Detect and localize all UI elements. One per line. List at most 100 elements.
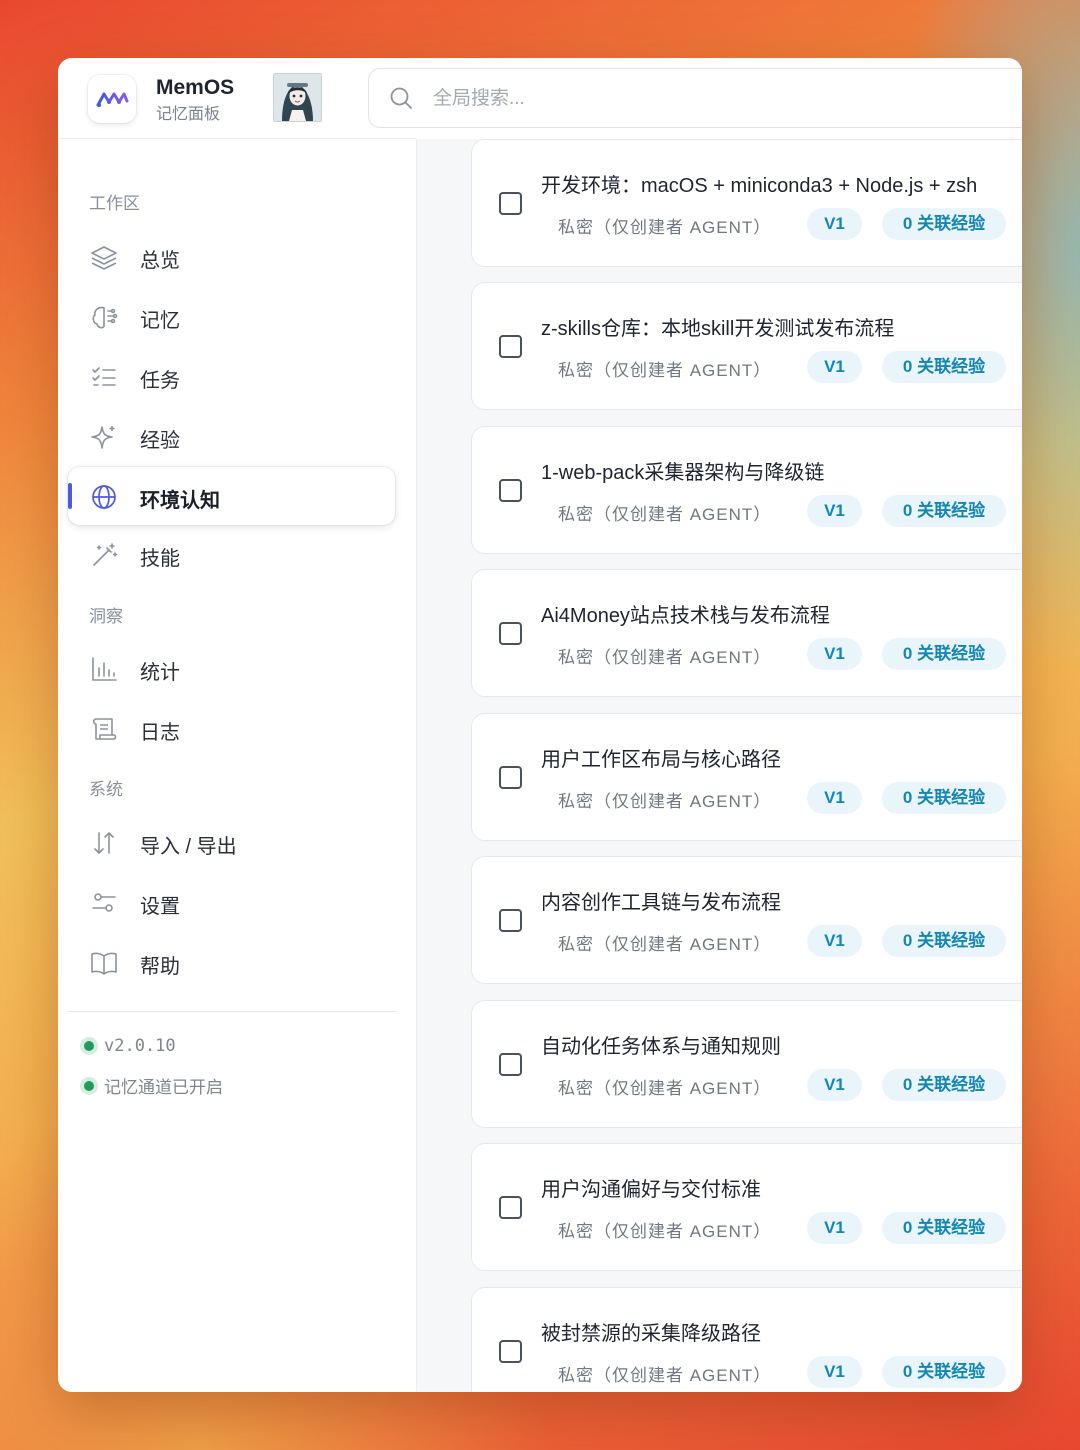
visibility-label: 私密（仅创建者 AGENT）: [558, 1222, 772, 1241]
related-experience-badge[interactable]: 0 关联经验: [882, 351, 1006, 383]
list-item[interactable]: 自动化任务体系与通知规则 私密（仅创建者 AGENT） V1 0 关联经验: [471, 1000, 1022, 1128]
related-experience-badge[interactable]: 0 关联经验: [882, 1212, 1006, 1244]
memos-logo[interactable]: [88, 75, 136, 123]
sidebar-item-label: 环境认知: [140, 490, 220, 512]
card-title: z-skills仓库：本地skill开发测试发布流程: [541, 318, 895, 340]
version-badge: V1: [807, 495, 862, 527]
related-experience-badge[interactable]: 0 关联经验: [882, 208, 1006, 240]
version-badge: V1: [807, 1212, 862, 1244]
sidebar-item-overview[interactable]: 总览: [68, 227, 395, 285]
environment-list: 开发环境：macOS + miniconda3 + Node.js + zsh …: [417, 139, 1022, 1392]
list-item[interactable]: 1-web-pack采集器架构与降级链 私密（仅创建者 AGENT） V1 0 …: [471, 426, 1022, 554]
list-item[interactable]: 开发环境：macOS + miniconda3 + Node.js + zsh …: [471, 139, 1022, 267]
sidebar-item-label: 记忆: [140, 310, 180, 332]
select-checkbox[interactable]: [499, 1053, 522, 1076]
sidebar-divider: [68, 1011, 396, 1012]
select-checkbox[interactable]: [499, 335, 522, 358]
list-item[interactable]: z-skills仓库：本地skill开发测试发布流程 私密（仅创建者 AGENT…: [471, 282, 1022, 410]
sidebar-item-label: 日志: [140, 722, 180, 744]
related-experience-badge[interactable]: 0 关联经验: [882, 495, 1006, 527]
related-experience-badge[interactable]: 0 关联经验: [882, 1356, 1006, 1388]
transfer-icon: [94, 832, 114, 854]
visibility-label: 私密（仅创建者 AGENT）: [558, 1366, 772, 1385]
sidebar: 工作区 总览 记忆 任务 经验 环境认知 技能 洞察 统计 日志 系统 导入 /…: [58, 139, 417, 1392]
visibility-label: 私密（仅创建者 AGENT）: [558, 1079, 772, 1098]
brain-icon: [92, 306, 118, 329]
select-checkbox[interactable]: [499, 1196, 522, 1219]
sidebar-item-help[interactable]: 帮助: [68, 933, 395, 991]
sidebar-item-label: 统计: [140, 662, 180, 684]
select-checkbox[interactable]: [499, 1340, 522, 1363]
brand-header: MemOS 记忆面板: [58, 58, 416, 138]
search-input[interactable]: [431, 83, 955, 115]
global-search[interactable]: [368, 68, 1022, 128]
channel-status-text: 记忆通道已开启: [104, 1078, 223, 1097]
visibility-label: 私密（仅创建者 AGENT）: [558, 792, 772, 811]
avatar[interactable]: [273, 73, 322, 122]
select-checkbox[interactable]: [499, 909, 522, 932]
sidebar-item-label: 经验: [140, 430, 180, 452]
app-window: MemOS 记忆面板 工作区 总览 记忆 任务 经验 环境认知 技能 洞察 统计…: [58, 58, 1022, 1392]
select-checkbox[interactable]: [499, 622, 522, 645]
visibility-label: 私密（仅创建者 AGENT）: [558, 505, 772, 524]
related-experience-badge[interactable]: 0 关联经验: [882, 925, 1006, 957]
section-label-system: 系统: [89, 780, 123, 799]
bar-chart-icon: [92, 657, 117, 681]
search-icon: [390, 87, 412, 109]
card-title: 用户沟通偏好与交付标准: [541, 1179, 761, 1201]
related-experience-badge[interactable]: 0 关联经验: [882, 782, 1006, 814]
sidebar-item-label: 任务: [140, 370, 180, 392]
status-dot-icon: [84, 1080, 94, 1091]
card-title: Ai4Money站点技术栈与发布流程: [541, 605, 830, 627]
sidebar-item-stats[interactable]: 统计: [68, 639, 395, 697]
related-experience-badge[interactable]: 0 关联经验: [882, 638, 1006, 670]
card-title: 被封禁源的采集降级路径: [541, 1323, 761, 1345]
version-badge: V1: [807, 925, 862, 957]
sidebar-item-label: 帮助: [140, 956, 180, 978]
status-dot-icon: [84, 1041, 94, 1051]
visibility-label: 私密（仅创建者 AGENT）: [558, 361, 772, 380]
sidebar-item-import-export[interactable]: 导入 / 导出: [68, 813, 395, 871]
card-title: 1-web-pack采集器架构与降级链: [541, 462, 825, 484]
book-icon: [91, 952, 117, 975]
globe-icon: [92, 485, 116, 509]
card-title: 内容创作工具链与发布流程: [541, 892, 781, 914]
section-label-workspace: 工作区: [89, 194, 140, 213]
sidebar-item-skills[interactable]: 技能: [68, 525, 395, 583]
list-item[interactable]: 内容创作工具链与发布流程 私密（仅创建者 AGENT） V1 0 关联经验: [471, 856, 1022, 984]
card-title: 开发环境：macOS + miniconda3 + Node.js + zsh: [541, 175, 978, 197]
sparkle-icon: [91, 426, 115, 449]
section-label-insights: 洞察: [89, 607, 123, 626]
sidebar-item-label: 导入 / 导出: [140, 836, 237, 858]
memos-logo-icon: [96, 92, 129, 107]
sidebar-item-tasks[interactable]: 任务: [68, 347, 395, 405]
select-checkbox[interactable]: [499, 192, 522, 215]
version-badge: V1: [807, 1356, 862, 1388]
app-title: MemOS: [156, 76, 235, 99]
scroll-icon: [92, 718, 117, 740]
version-badge: V1: [807, 208, 862, 240]
visibility-label: 私密（仅创建者 AGENT）: [558, 218, 772, 237]
card-title: 自动化任务体系与通知规则: [541, 1036, 781, 1058]
card-title: 用户工作区布局与核心路径: [541, 749, 781, 771]
sidebar-item-environment[interactable]: 环境认知: [67, 467, 395, 525]
sidebar-item-label: 总览: [140, 250, 180, 272]
select-checkbox[interactable]: [499, 479, 522, 502]
version-status: v2.0.10: [84, 1036, 176, 1056]
list-item[interactable]: 用户工作区布局与核心路径 私密（仅创建者 AGENT） V1 0 关联经验: [471, 713, 1022, 841]
version-badge: V1: [807, 1069, 862, 1101]
select-checkbox[interactable]: [499, 766, 522, 789]
sidebar-item-settings[interactable]: 设置: [68, 873, 395, 931]
layers-icon: [91, 246, 117, 270]
list-item[interactable]: 用户沟通偏好与交付标准 私密（仅创建者 AGENT） V1 0 关联经验: [471, 1143, 1022, 1271]
list-item[interactable]: 被封禁源的采集降级路径 私密（仅创建者 AGENT） V1 0 关联经验: [471, 1287, 1022, 1392]
sidebar-item-memory[interactable]: 记忆: [68, 287, 395, 345]
sidebar-item-label: 设置: [140, 896, 180, 918]
checklist-icon: [92, 367, 116, 386]
sidebar-item-logs[interactable]: 日志: [68, 699, 395, 757]
sidebar-item-experience[interactable]: 经验: [68, 407, 395, 465]
related-experience-badge[interactable]: 0 关联经验: [882, 1069, 1006, 1101]
list-item[interactable]: Ai4Money站点技术栈与发布流程 私密（仅创建者 AGENT） V1 0 关…: [471, 569, 1022, 697]
app-subtitle: 记忆面板: [156, 106, 221, 123]
channel-status: 记忆通道已开启: [84, 1073, 223, 1098]
